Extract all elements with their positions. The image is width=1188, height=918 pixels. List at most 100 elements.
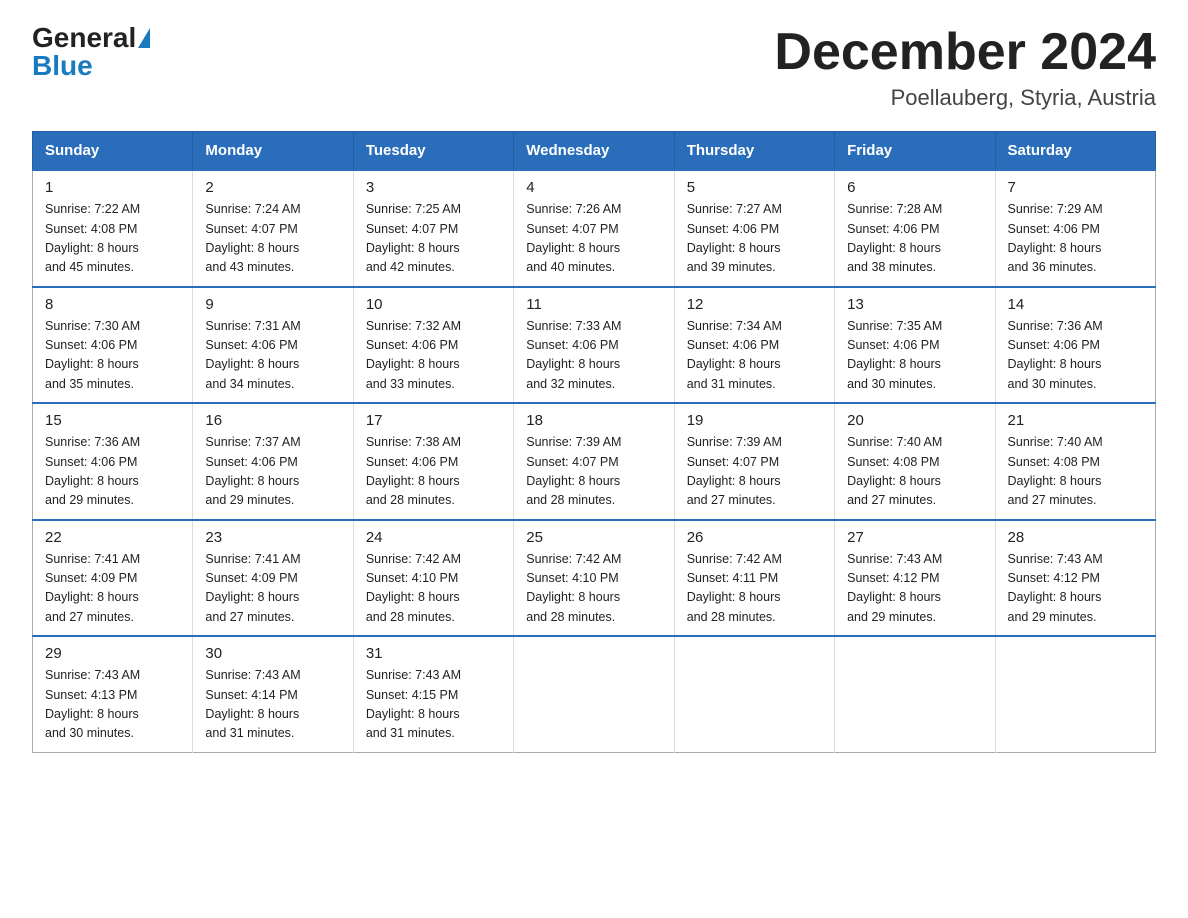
day-number: 21 (1008, 412, 1143, 429)
col-sunday: Sunday (33, 132, 193, 171)
day-info: Sunrise: 7:26 AMSunset: 4:07 PMDaylight:… (526, 202, 621, 274)
day-info: Sunrise: 7:30 AMSunset: 4:06 PMDaylight:… (45, 319, 140, 391)
table-row: 20 Sunrise: 7:40 AMSunset: 4:08 PMDaylig… (835, 403, 995, 520)
calendar-table: Sunday Monday Tuesday Wednesday Thursday… (32, 131, 1156, 753)
calendar-header-row: Sunday Monday Tuesday Wednesday Thursday… (33, 132, 1156, 171)
table-row: 19 Sunrise: 7:39 AMSunset: 4:07 PMDaylig… (674, 403, 834, 520)
day-number: 27 (847, 529, 982, 546)
col-tuesday: Tuesday (353, 132, 513, 171)
logo: General Blue (32, 24, 150, 80)
col-friday: Friday (835, 132, 995, 171)
day-number: 17 (366, 412, 501, 429)
table-row: 17 Sunrise: 7:38 AMSunset: 4:06 PMDaylig… (353, 403, 513, 520)
table-row: 27 Sunrise: 7:43 AMSunset: 4:12 PMDaylig… (835, 520, 995, 637)
table-row: 2 Sunrise: 7:24 AMSunset: 4:07 PMDayligh… (193, 170, 353, 287)
col-monday: Monday (193, 132, 353, 171)
table-row (835, 636, 995, 752)
day-info: Sunrise: 7:34 AMSunset: 4:06 PMDaylight:… (687, 319, 782, 391)
day-number: 5 (687, 179, 822, 196)
day-number: 7 (1008, 179, 1143, 196)
day-number: 30 (205, 645, 340, 662)
table-row: 4 Sunrise: 7:26 AMSunset: 4:07 PMDayligh… (514, 170, 674, 287)
day-number: 14 (1008, 296, 1143, 313)
day-number: 11 (526, 296, 661, 313)
table-row: 1 Sunrise: 7:22 AMSunset: 4:08 PMDayligh… (33, 170, 193, 287)
day-number: 24 (366, 529, 501, 546)
day-info: Sunrise: 7:35 AMSunset: 4:06 PMDaylight:… (847, 319, 942, 391)
calendar-week-row: 15 Sunrise: 7:36 AMSunset: 4:06 PMDaylig… (33, 403, 1156, 520)
table-row: 23 Sunrise: 7:41 AMSunset: 4:09 PMDaylig… (193, 520, 353, 637)
day-number: 6 (847, 179, 982, 196)
page-header: General Blue December 2024 Poellauberg, … (32, 24, 1156, 111)
day-number: 26 (687, 529, 822, 546)
table-row: 8 Sunrise: 7:30 AMSunset: 4:06 PMDayligh… (33, 287, 193, 404)
calendar-title: December 2024 (774, 24, 1156, 81)
day-number: 8 (45, 296, 180, 313)
table-row: 6 Sunrise: 7:28 AMSunset: 4:06 PMDayligh… (835, 170, 995, 287)
calendar-week-row: 22 Sunrise: 7:41 AMSunset: 4:09 PMDaylig… (33, 520, 1156, 637)
table-row: 5 Sunrise: 7:27 AMSunset: 4:06 PMDayligh… (674, 170, 834, 287)
day-number: 13 (847, 296, 982, 313)
day-info: Sunrise: 7:41 AMSunset: 4:09 PMDaylight:… (45, 552, 140, 624)
table-row (995, 636, 1155, 752)
day-number: 28 (1008, 529, 1143, 546)
logo-blue-text: Blue (32, 52, 93, 80)
table-row: 12 Sunrise: 7:34 AMSunset: 4:06 PMDaylig… (674, 287, 834, 404)
table-row: 31 Sunrise: 7:43 AMSunset: 4:15 PMDaylig… (353, 636, 513, 752)
day-info: Sunrise: 7:40 AMSunset: 4:08 PMDaylight:… (1008, 435, 1103, 507)
calendar-week-row: 1 Sunrise: 7:22 AMSunset: 4:08 PMDayligh… (33, 170, 1156, 287)
day-info: Sunrise: 7:43 AMSunset: 4:14 PMDaylight:… (205, 668, 300, 740)
day-info: Sunrise: 7:24 AMSunset: 4:07 PMDaylight:… (205, 202, 300, 274)
day-number: 23 (205, 529, 340, 546)
day-number: 1 (45, 179, 180, 196)
day-info: Sunrise: 7:33 AMSunset: 4:06 PMDaylight:… (526, 319, 621, 391)
table-row: 11 Sunrise: 7:33 AMSunset: 4:06 PMDaylig… (514, 287, 674, 404)
day-number: 16 (205, 412, 340, 429)
table-row: 14 Sunrise: 7:36 AMSunset: 4:06 PMDaylig… (995, 287, 1155, 404)
day-info: Sunrise: 7:43 AMSunset: 4:12 PMDaylight:… (847, 552, 942, 624)
calendar-subtitle: Poellauberg, Styria, Austria (774, 85, 1156, 111)
table-row: 24 Sunrise: 7:42 AMSunset: 4:10 PMDaylig… (353, 520, 513, 637)
table-row: 30 Sunrise: 7:43 AMSunset: 4:14 PMDaylig… (193, 636, 353, 752)
calendar-week-row: 29 Sunrise: 7:43 AMSunset: 4:13 PMDaylig… (33, 636, 1156, 752)
day-info: Sunrise: 7:42 AMSunset: 4:10 PMDaylight:… (526, 552, 621, 624)
day-info: Sunrise: 7:42 AMSunset: 4:11 PMDaylight:… (687, 552, 782, 624)
day-info: Sunrise: 7:42 AMSunset: 4:10 PMDaylight:… (366, 552, 461, 624)
day-info: Sunrise: 7:43 AMSunset: 4:13 PMDaylight:… (45, 668, 140, 740)
day-number: 19 (687, 412, 822, 429)
day-number: 25 (526, 529, 661, 546)
table-row: 26 Sunrise: 7:42 AMSunset: 4:11 PMDaylig… (674, 520, 834, 637)
day-number: 2 (205, 179, 340, 196)
day-number: 18 (526, 412, 661, 429)
table-row: 29 Sunrise: 7:43 AMSunset: 4:13 PMDaylig… (33, 636, 193, 752)
calendar-week-row: 8 Sunrise: 7:30 AMSunset: 4:06 PMDayligh… (33, 287, 1156, 404)
col-thursday: Thursday (674, 132, 834, 171)
col-saturday: Saturday (995, 132, 1155, 171)
day-number: 4 (526, 179, 661, 196)
table-row: 15 Sunrise: 7:36 AMSunset: 4:06 PMDaylig… (33, 403, 193, 520)
title-block: December 2024 Poellauberg, Styria, Austr… (774, 24, 1156, 111)
day-number: 12 (687, 296, 822, 313)
day-number: 15 (45, 412, 180, 429)
day-info: Sunrise: 7:28 AMSunset: 4:06 PMDaylight:… (847, 202, 942, 274)
day-info: Sunrise: 7:39 AMSunset: 4:07 PMDaylight:… (526, 435, 621, 507)
table-row: 13 Sunrise: 7:35 AMSunset: 4:06 PMDaylig… (835, 287, 995, 404)
table-row (674, 636, 834, 752)
table-row (514, 636, 674, 752)
day-info: Sunrise: 7:37 AMSunset: 4:06 PMDaylight:… (205, 435, 300, 507)
day-info: Sunrise: 7:27 AMSunset: 4:06 PMDaylight:… (687, 202, 782, 274)
day-info: Sunrise: 7:43 AMSunset: 4:15 PMDaylight:… (366, 668, 461, 740)
day-info: Sunrise: 7:41 AMSunset: 4:09 PMDaylight:… (205, 552, 300, 624)
table-row: 10 Sunrise: 7:32 AMSunset: 4:06 PMDaylig… (353, 287, 513, 404)
day-info: Sunrise: 7:32 AMSunset: 4:06 PMDaylight:… (366, 319, 461, 391)
day-info: Sunrise: 7:38 AMSunset: 4:06 PMDaylight:… (366, 435, 461, 507)
day-info: Sunrise: 7:25 AMSunset: 4:07 PMDaylight:… (366, 202, 461, 274)
table-row: 28 Sunrise: 7:43 AMSunset: 4:12 PMDaylig… (995, 520, 1155, 637)
day-number: 20 (847, 412, 982, 429)
day-info: Sunrise: 7:29 AMSunset: 4:06 PMDaylight:… (1008, 202, 1103, 274)
day-info: Sunrise: 7:39 AMSunset: 4:07 PMDaylight:… (687, 435, 782, 507)
day-info: Sunrise: 7:31 AMSunset: 4:06 PMDaylight:… (205, 319, 300, 391)
day-info: Sunrise: 7:22 AMSunset: 4:08 PMDaylight:… (45, 202, 140, 274)
day-info: Sunrise: 7:36 AMSunset: 4:06 PMDaylight:… (45, 435, 140, 507)
logo-general-text: General (32, 24, 136, 52)
